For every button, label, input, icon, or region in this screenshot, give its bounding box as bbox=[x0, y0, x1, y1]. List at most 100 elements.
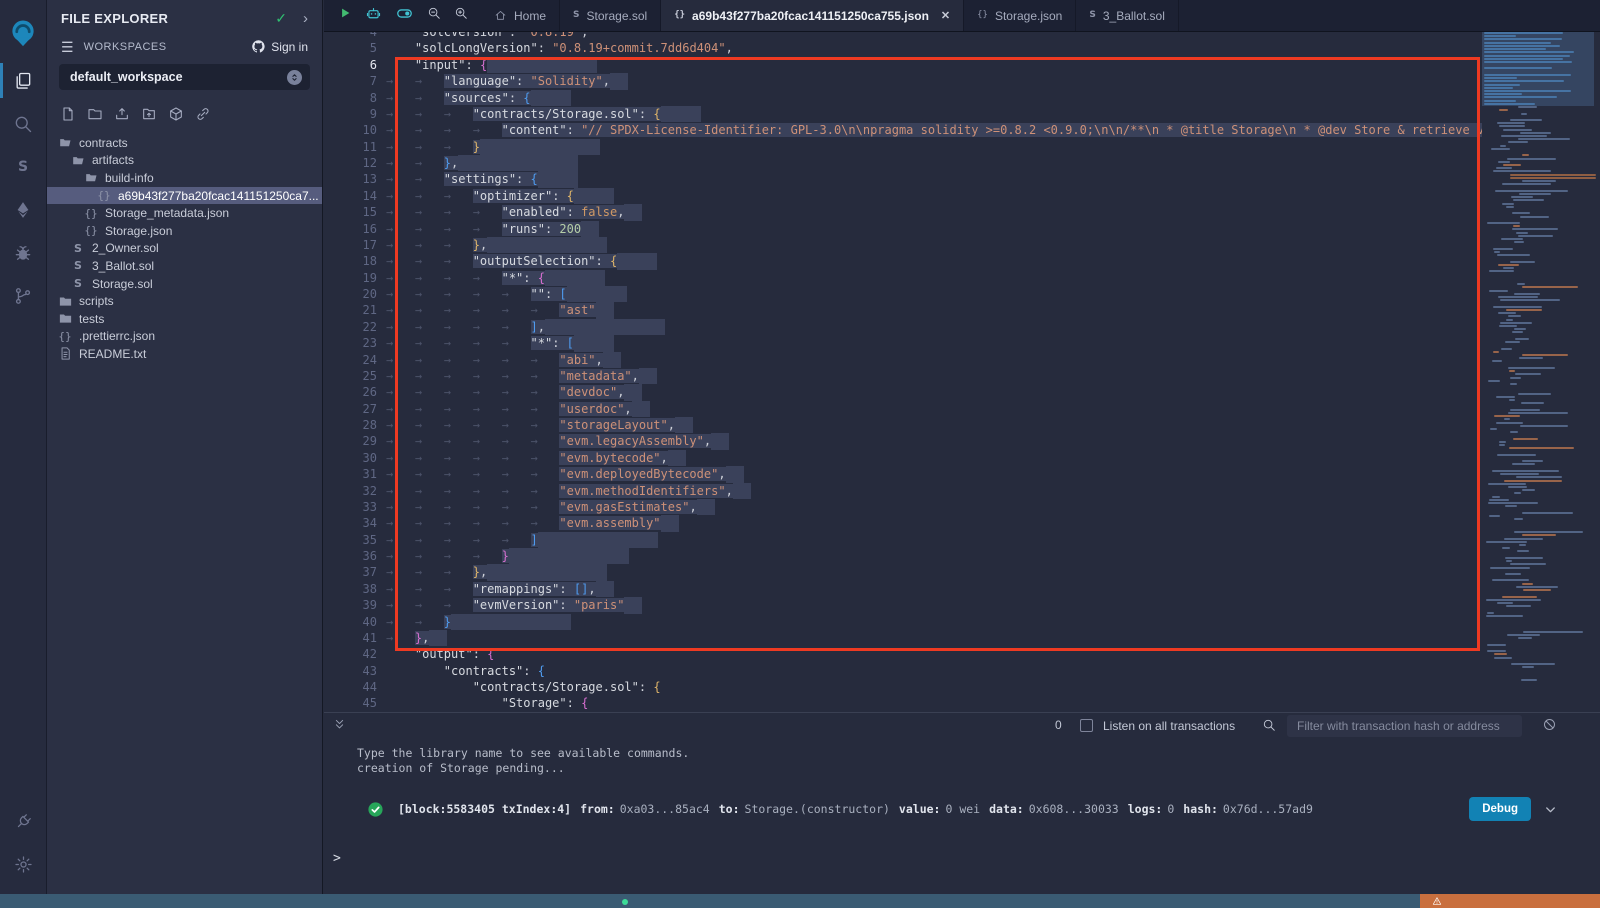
tab-storage-json[interactable]: {}Storage.json bbox=[964, 0, 1076, 31]
github-icon bbox=[251, 39, 266, 54]
code-line: 29→ → → → → → "evm.legacyAssembly", bbox=[324, 433, 1482, 449]
search-icon[interactable] bbox=[1262, 718, 1276, 732]
code-line: 33→ → → → → → "evm.gasEstimates", bbox=[324, 499, 1482, 515]
workspace-switch-icon[interactable] bbox=[287, 70, 302, 85]
tree-item-label: 3_Ballot.sol bbox=[92, 259, 154, 273]
zoom-in-button[interactable] bbox=[454, 6, 468, 25]
tree-item[interactable]: tests bbox=[47, 310, 322, 328]
tree-item[interactable]: build-info bbox=[47, 169, 322, 187]
chevron-right-icon[interactable]: › bbox=[303, 10, 308, 27]
check-icon[interactable]: ✓ bbox=[275, 10, 287, 27]
folder-icon bbox=[58, 294, 73, 309]
upload-file-button[interactable] bbox=[114, 106, 130, 127]
tree-item[interactable]: SStorage.sol bbox=[47, 275, 322, 293]
tree-item[interactable]: {}Storage_metadata.json bbox=[47, 204, 322, 222]
file-explorer-toolbar bbox=[47, 90, 322, 133]
toggle-icon bbox=[395, 4, 414, 23]
chevron-down-icon[interactable] bbox=[1543, 802, 1558, 817]
code-line: 27→ → → → → → "userdoc", bbox=[324, 401, 1482, 417]
hamburger-icon[interactable]: ☰ bbox=[61, 40, 74, 54]
minimap-viewport[interactable] bbox=[1482, 32, 1594, 106]
code-line: 40→ → } bbox=[324, 614, 1482, 630]
tab-a69b43f277ba20fcac141151250ca755-json[interactable]: {}a69b43f277ba20fcac141151250ca755.json✕ bbox=[661, 0, 964, 31]
tab-label: 3_Ballot.sol bbox=[1103, 9, 1165, 23]
iconbar-plugin-manager[interactable] bbox=[0, 800, 47, 843]
code-line: 23→ → → → → "*": [ bbox=[324, 335, 1482, 351]
code-line: 14→ → → "optimizer": { bbox=[324, 188, 1482, 204]
iconbar-solidity-compiler[interactable]: S bbox=[0, 145, 47, 188]
iconbar-debugger[interactable] bbox=[0, 231, 47, 274]
tree-item[interactable]: scripts bbox=[47, 292, 322, 310]
code-line: 5 "solcLongVersion": "0.8.19+commit.7dd6… bbox=[324, 40, 1482, 56]
minimap[interactable] bbox=[1482, 32, 1600, 712]
zoom-in-icon bbox=[454, 6, 468, 20]
file-explorer-panel: FILE EXPLORER ✓ › ☰ WORKSPACES Sign in d… bbox=[47, 0, 323, 894]
terminal-prompt[interactable]: > bbox=[333, 851, 341, 866]
tree-item[interactable]: {}.prettierrc.json bbox=[47, 328, 322, 346]
tx-field-value: 0 bbox=[1167, 802, 1174, 816]
run-script-button[interactable] bbox=[338, 6, 352, 25]
iconbar-settings[interactable] bbox=[0, 843, 47, 886]
new-file-icon bbox=[60, 106, 76, 122]
code-line: 11→ → → } bbox=[324, 139, 1482, 155]
file-explorer-header: FILE EXPLORER ✓ › bbox=[47, 0, 322, 33]
clear-console-icon[interactable] bbox=[1542, 717, 1557, 732]
upload-folder-button[interactable] bbox=[141, 106, 157, 127]
expand-terminal-icon[interactable] bbox=[332, 717, 347, 732]
iconbar-search[interactable] bbox=[0, 102, 47, 145]
scam-alert-segment[interactable] bbox=[1420, 894, 1600, 908]
ai-assistant-button[interactable] bbox=[365, 5, 382, 27]
branch-icon bbox=[13, 286, 33, 306]
new-file-button[interactable] bbox=[60, 106, 76, 127]
tab-home[interactable]: Home bbox=[481, 0, 560, 31]
code-surface[interactable]: 4 "solcVersion": "0.8.19",5 "solcLongVer… bbox=[324, 32, 1482, 712]
workspaces-row: ☰ WORKSPACES Sign in bbox=[47, 33, 322, 58]
cube-button[interactable] bbox=[168, 106, 184, 127]
iconbar-deploy-run[interactable] bbox=[0, 188, 47, 231]
close-tab-icon[interactable]: ✕ bbox=[941, 9, 950, 22]
tree-item[interactable]: S3_Ballot.sol bbox=[47, 257, 322, 275]
listen-all-checkbox[interactable] bbox=[1080, 719, 1093, 732]
new-folder-button[interactable] bbox=[87, 106, 103, 127]
sol-s-icon: S bbox=[18, 160, 28, 174]
folder-open-icon bbox=[84, 170, 99, 185]
ai-toggle-button[interactable] bbox=[395, 4, 414, 28]
tab-label: Storage.sol bbox=[587, 9, 648, 23]
iconbar-file-explorer[interactable] bbox=[0, 59, 47, 102]
chev-down-icon bbox=[1543, 802, 1558, 817]
tree-item[interactable]: contracts bbox=[47, 134, 322, 152]
workspace-name: default_workspace bbox=[70, 70, 287, 84]
sign-in-button[interactable]: Sign in bbox=[251, 39, 308, 54]
tree-item[interactable]: README.txt bbox=[47, 345, 322, 363]
transaction-row[interactable]: [block:5583405 txIndex:4]from:0xa03...85… bbox=[367, 797, 1580, 821]
iconbar-git[interactable] bbox=[0, 274, 47, 317]
plug-icon bbox=[14, 812, 33, 831]
code-line: 8→ → "sources": { bbox=[324, 90, 1482, 106]
zoom-out-button[interactable] bbox=[427, 6, 441, 25]
tab-3-ballot-sol[interactable]: S3_Ballot.sol bbox=[1076, 0, 1179, 31]
iconbar-remix-logo[interactable] bbox=[0, 7, 47, 59]
code-line: 31→ → → → → → "evm.deployedBytecode", bbox=[324, 466, 1482, 482]
tree-item-label: 2_Owner.sol bbox=[92, 241, 159, 255]
tree-item[interactable]: {}a69b43f277ba20fcac141151250ca7... bbox=[47, 187, 322, 205]
tree-item[interactable]: S2_Owner.sol bbox=[47, 240, 322, 258]
file-tree: contractsartifactsbuild-info{}a69b43f277… bbox=[47, 134, 322, 363]
link-button[interactable] bbox=[195, 106, 211, 127]
tx-field-value: Storage.(constructor) bbox=[745, 802, 890, 816]
debug-button[interactable]: Debug bbox=[1469, 797, 1531, 821]
tree-item-label: Storage.sol bbox=[92, 277, 153, 291]
code-line: 35→ → → → → ] bbox=[324, 532, 1482, 548]
success-check-icon bbox=[367, 801, 384, 818]
tree-item[interactable]: {}Storage.json bbox=[47, 222, 322, 240]
tx-filter-input[interactable] bbox=[1287, 715, 1522, 737]
main-area: Home S Storage.sol {}a69b43f277ba20fcac1411… bbox=[324, 0, 1600, 894]
tab-storage-sol[interactable]: S Storage.sol bbox=[560, 0, 661, 31]
tree-item-label: README.txt bbox=[79, 347, 146, 361]
tree-item[interactable]: artifacts bbox=[47, 152, 322, 170]
terminal-log-line: Type the library name to see available c… bbox=[357, 746, 689, 761]
workspace-select[interactable]: default_workspace bbox=[59, 64, 310, 90]
upload-file-icon bbox=[114, 106, 130, 122]
tree-item-label: Storage.json bbox=[105, 224, 172, 238]
sol-icon: S bbox=[573, 11, 579, 20]
code-line: 10→ → → → "content": "// SPDX-License-Id… bbox=[324, 122, 1482, 138]
